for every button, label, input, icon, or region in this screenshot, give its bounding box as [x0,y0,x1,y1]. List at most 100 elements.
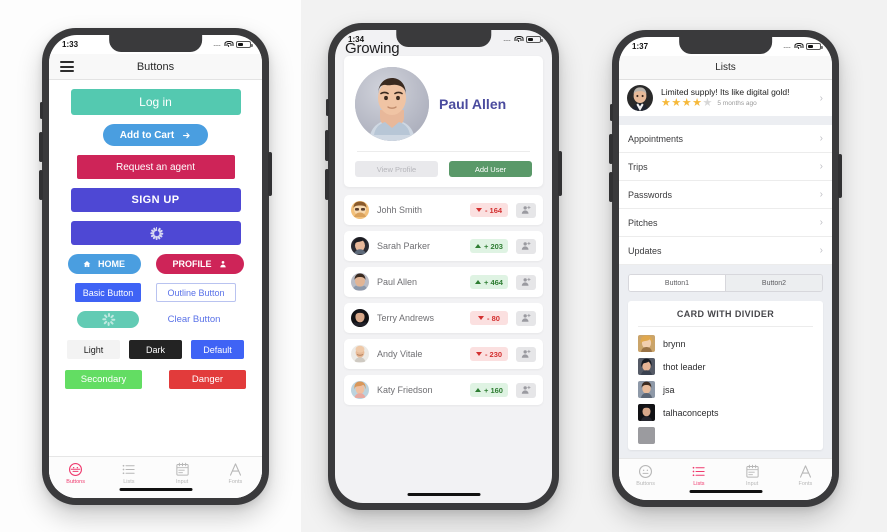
loading-button[interactable] [70,221,241,245]
side-button-volume-up[interactable] [609,134,613,164]
add-person-icon[interactable] [516,310,536,326]
segment-button2[interactable]: Button2 [725,275,822,291]
tab-input[interactable]: Input [156,462,209,485]
side-button-volume-down[interactable] [609,172,613,202]
wifi-icon [514,36,523,43]
badge-value: - 230 [484,349,503,359]
card-list-item[interactable]: talhaconcepts [628,401,823,424]
add-user-button[interactable]: Add User [449,161,532,177]
side-button-mute[interactable] [40,102,43,119]
side-button-mute[interactable] [326,99,329,116]
side-button-power[interactable] [838,154,842,198]
hamburger-menu-icon[interactable] [60,61,74,72]
tab-input-label: Input [746,481,759,487]
segment-button1[interactable]: Button1 [629,275,725,291]
list-item[interactable]: Terry Andrews - 80 [344,303,543,333]
rating-stars: ★ ★ ★ ★ ★ [661,98,712,109]
profile-button[interactable]: PROFILE [155,254,244,274]
side-button-volume-up[interactable] [325,130,329,161]
outline-button[interactable]: Outline Button [156,283,236,302]
profile-name: Paul Allen [439,96,507,112]
segmented-control[interactable]: Button1 Button2 [628,274,823,292]
tab-fonts-label: Fonts [798,481,813,487]
card-title: CARD WITH DIVIDER [676,309,775,319]
secondary-button[interactable]: Secondary [65,370,142,389]
view-profile-button[interactable]: View Profile [355,161,438,177]
page-title: Lists [715,62,736,73]
side-button-volume-up[interactable] [39,132,43,162]
side-button-mute[interactable] [610,104,613,121]
card-list-item[interactable]: jsa [628,378,823,401]
divider [357,151,530,152]
home-indicator[interactable] [407,492,480,496]
side-button-power[interactable] [268,152,272,196]
list-item[interactable]: Paul Allen + 464 [344,267,543,297]
dark-button[interactable]: Dark [129,340,182,359]
contact-name: Johh Smith [377,205,423,215]
side-button-volume-down[interactable] [325,169,329,200]
card-item-label: thot leader [663,361,706,372]
chevron-right-icon: › [819,189,823,200]
phone-device-lists: 1:37 .... Lists Limited supply! Its like… [609,30,842,507]
add-to-cart-button[interactable]: Add to Cart [102,124,209,146]
tab-lists-label: Lists [693,481,705,487]
request-agent-button[interactable]: Request an agent [76,155,235,179]
home-indicator[interactable] [689,489,762,493]
danger-button[interactable]: Danger [169,370,246,389]
avatar [638,358,655,375]
list-item[interactable]: Andy Vitale - 230 [344,339,543,369]
list-item[interactable]: Johh Smith - 164 [344,195,543,225]
side-button-power[interactable] [558,151,562,196]
list-item-label: Appointments [628,133,684,144]
battery-icon [526,36,543,43]
side-button-volume-down[interactable] [39,170,43,200]
list-item-updates[interactable]: Updates › [619,237,832,265]
battery-icon [236,41,253,48]
contact-name: Sarah Parker [377,241,431,251]
sign-up-button[interactable]: SIGN UP [70,188,241,212]
contact-name: Andy Vitale [377,349,423,359]
list-item[interactable]: Sarah Parker + 203 [344,231,543,261]
tab-input-label: Input [176,479,189,485]
tab-lists[interactable]: Lists [672,464,725,487]
avatar [351,381,369,399]
add-person-icon[interactable] [516,274,536,290]
tab-fonts[interactable]: Fonts [779,464,832,487]
tab-buttons[interactable]: Buttons [619,464,672,487]
chevron-right-icon: › [819,133,823,144]
home-button[interactable]: HOME [67,254,141,274]
badge-value: + 160 [484,385,503,395]
default-button[interactable]: Default [191,340,244,359]
login-button[interactable]: Log in [70,89,241,115]
review-list-item[interactable]: Limited supply! Its like digital gold! ★… [619,80,832,116]
tab-fonts[interactable]: Fonts [209,462,262,485]
avatar [638,427,655,444]
tab-buttons[interactable]: Buttons [49,462,102,485]
badge-value: - 80 [487,313,500,323]
home-indicator[interactable] [119,487,192,491]
add-person-icon[interactable] [516,238,536,254]
list-item-label: Passwords [628,189,673,200]
status-badge: - 164 [470,203,508,217]
signal-dots-icon: .... [503,36,511,43]
tab-lists[interactable]: Lists [102,462,155,485]
teal-loading-button[interactable] [77,311,139,328]
tab-fonts-label: Fonts [228,479,243,485]
list-item-passwords[interactable]: Passwords › [619,181,832,209]
add-person-icon[interactable] [516,382,536,398]
basic-button[interactable]: Basic Button [75,283,141,302]
card-list-item[interactable]: thot leader [628,355,823,378]
card-list-item[interactable] [628,424,823,447]
wifi-icon [224,41,233,48]
add-person-icon[interactable] [516,346,536,362]
list-item-pitches[interactable]: Pitches › [619,209,832,237]
tab-input[interactable]: Input [726,464,779,487]
light-button[interactable]: Light [67,340,120,359]
list-item-appointments[interactable]: Appointments › [619,125,832,153]
clear-button[interactable]: Clear Button [154,314,234,325]
status-badge: + 464 [470,275,508,289]
card-list-item[interactable]: brynn [628,332,823,355]
list-item[interactable]: Katy Friedson + 160 [344,375,543,405]
list-item-trips[interactable]: Trips › [619,153,832,181]
add-person-icon[interactable] [516,202,536,218]
